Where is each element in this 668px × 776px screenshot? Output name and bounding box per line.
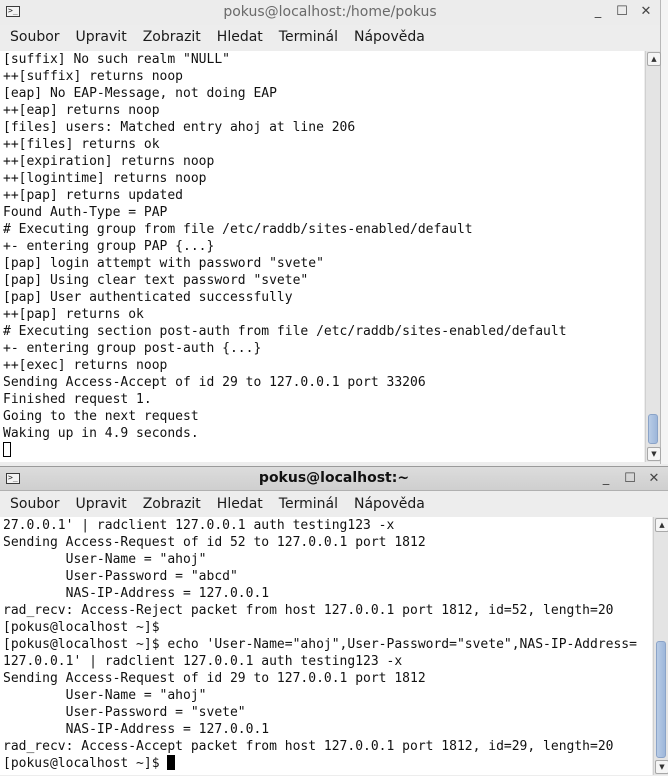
text-cursor xyxy=(3,442,11,457)
terminal-line: User-Password = "abcd" xyxy=(3,569,238,584)
minimize-button[interactable]: _ xyxy=(598,471,614,487)
terminal-line: Sending Access-Request of id 52 to 127.0… xyxy=(3,535,426,550)
terminal-line: Going to the next request xyxy=(3,409,199,424)
close-button[interactable]: ✕ xyxy=(646,471,662,487)
terminal-line: ++[eap] returns noop xyxy=(3,103,160,118)
terminal-line: [pap] login attempt with password "svete… xyxy=(3,256,324,271)
terminal-line: ++[expiration] returns noop xyxy=(3,154,215,169)
terminal-window-bottom[interactable]: >_ pokus@localhost:~ _ ☐ ✕ Soubor Upravi… xyxy=(0,466,668,776)
text-cursor xyxy=(167,755,176,770)
terminal-line: Waking up in 4.9 seconds. xyxy=(3,426,199,441)
scroll-thumb[interactable] xyxy=(656,641,666,758)
menu-soubor[interactable]: Soubor xyxy=(2,492,68,516)
terminal-line: [pokus@localhost ~]$ echo 'User-Name="ah… xyxy=(3,637,637,652)
menubar: Soubor Upravit Zobrazit Hledat Terminál … xyxy=(0,25,660,49)
terminal-line: [suffix] No such realm "NULL" xyxy=(3,52,230,67)
menu-napoveda[interactable]: Nápověda xyxy=(346,492,433,516)
menu-soubor[interactable]: Soubor xyxy=(2,25,68,49)
terminal-line: rad_recv: Access-Accept packet from host… xyxy=(3,739,614,754)
menubar: Soubor Upravit Zobrazit Hledat Terminál … xyxy=(0,491,668,516)
terminal-window-top[interactable]: >_ pokus@localhost:/home/pokus _ ☐ ✕ Sou… xyxy=(0,0,661,464)
minimize-button[interactable]: _ xyxy=(590,4,606,20)
menu-terminal[interactable]: Terminál xyxy=(271,25,346,49)
terminal-line: Sending Access-Accept of id 29 to 127.0.… xyxy=(3,375,426,390)
scroll-up-arrow-icon[interactable]: ▲ xyxy=(655,518,668,532)
scroll-down-arrow-icon[interactable]: ▼ xyxy=(655,760,668,774)
terminal-line: [pokus@localhost ~]$ xyxy=(3,620,160,635)
terminal-output[interactable]: 27.0.0.1' | radclient 127.0.0.1 auth tes… xyxy=(0,517,652,775)
terminal-line: ++[files] returns ok xyxy=(3,137,160,152)
terminal-line: [pap] User authenticated successfully xyxy=(3,290,293,305)
terminal-line: +- entering group PAP {...} xyxy=(3,239,215,254)
terminal-line: Found Auth-Type = PAP xyxy=(3,205,168,220)
titlebar[interactable]: >_ pokus@localhost:~ _ ☐ ✕ xyxy=(0,467,668,491)
terminal-line: # Executing section post-auth from file … xyxy=(3,324,567,339)
terminal-line: NAS-IP-Address = 127.0.0.1 xyxy=(3,586,270,601)
window-title: pokus@localhost:~ xyxy=(258,470,410,486)
terminal-line: [eap] No EAP-Message, not doing EAP xyxy=(3,86,277,101)
terminal-line: ++[logintime] returns noop xyxy=(3,171,207,186)
vertical-scrollbar[interactable]: ▲ ▼ xyxy=(653,517,668,775)
menu-zobrazit[interactable]: Zobrazit xyxy=(135,492,209,516)
terminal-line: +- entering group post-auth {...} xyxy=(3,341,262,356)
terminal-line: ++[exec] returns noop xyxy=(3,358,168,373)
terminal-line: [pap] Using clear text password "svete" xyxy=(3,273,309,288)
menu-zobrazit[interactable]: Zobrazit xyxy=(135,25,209,49)
terminal-line: Sending Access-Request of id 29 to 127.0… xyxy=(3,671,426,686)
terminal-line: User-Name = "ahoj" xyxy=(3,688,207,703)
terminal-line: ++[pap] returns ok xyxy=(3,307,144,322)
terminal-line: User-Password = "svete" xyxy=(3,705,246,720)
scroll-thumb[interactable] xyxy=(648,414,658,444)
terminal-line: 27.0.0.1' | radclient 127.0.0.1 auth tes… xyxy=(3,518,395,533)
terminal-line: NAS-IP-Address = 127.0.0.1 xyxy=(3,722,270,737)
terminal-line: ++[pap] returns updated xyxy=(3,188,184,203)
maximize-button[interactable]: ☐ xyxy=(614,4,630,20)
menu-upravit[interactable]: Upravit xyxy=(68,25,135,49)
maximize-button[interactable]: ☐ xyxy=(622,471,638,487)
terminal-output[interactable]: [suffix] No such realm "NULL" ++[suffix]… xyxy=(0,51,644,462)
terminal-line: # Executing group from file /etc/raddb/s… xyxy=(3,222,473,237)
menu-hledat[interactable]: Hledat xyxy=(209,492,271,516)
menu-upravit[interactable]: Upravit xyxy=(68,492,135,516)
window-title: pokus@localhost:/home/pokus xyxy=(223,4,437,20)
prompt-line[interactable]: [pokus@localhost ~]$ xyxy=(3,755,652,772)
menu-napoveda[interactable]: Nápověda xyxy=(346,25,433,49)
menu-hledat[interactable]: Hledat xyxy=(209,25,271,49)
terminal-line: User-Name = "ahoj" xyxy=(3,552,207,567)
shell-prompt: [pokus@localhost ~]$ xyxy=(3,756,168,771)
close-button[interactable]: ✕ xyxy=(638,4,654,20)
terminal-line: [files] users: Matched entry ahoj at lin… xyxy=(3,120,356,135)
terminal-line: rad_recv: Access-Reject packet from host… xyxy=(3,603,614,618)
vertical-scrollbar[interactable]: ▲ ▼ xyxy=(645,51,661,462)
terminal-line: ++[suffix] returns noop xyxy=(3,69,184,84)
scroll-up-arrow-icon[interactable]: ▲ xyxy=(647,52,661,66)
terminal-line: 127.0.0.1' | radclient 127.0.0.1 auth te… xyxy=(3,654,403,669)
menu-terminal[interactable]: Terminál xyxy=(271,492,346,516)
terminal-line: Finished request 1. xyxy=(3,392,152,407)
titlebar[interactable]: >_ pokus@localhost:/home/pokus _ ☐ ✕ xyxy=(0,0,660,25)
cursor-line xyxy=(3,442,644,459)
scroll-down-arrow-icon[interactable]: ▼ xyxy=(647,447,661,461)
background-window-edge xyxy=(660,0,668,464)
